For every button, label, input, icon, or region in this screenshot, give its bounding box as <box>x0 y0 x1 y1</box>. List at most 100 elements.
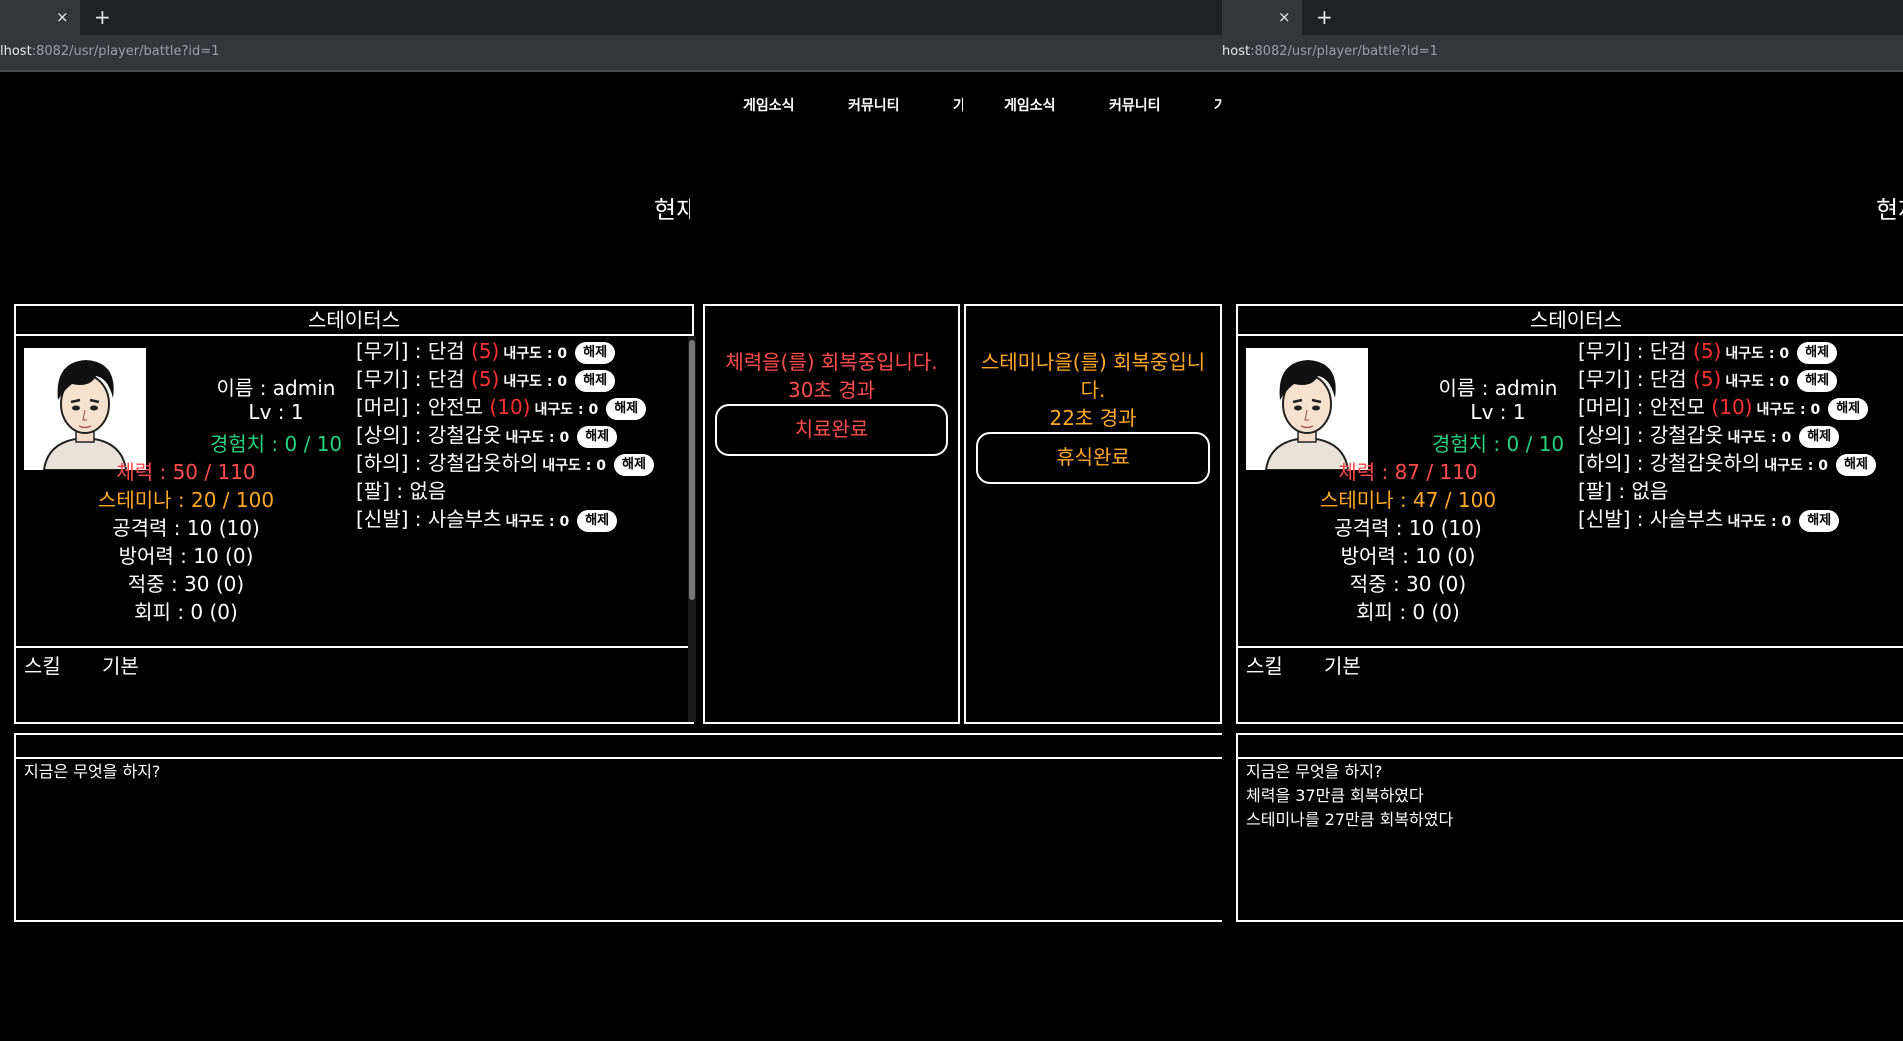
skill-basic[interactable]: 기본 <box>1324 650 1361 679</box>
equip-row: [팔] : 없음 <box>356 478 446 504</box>
hp-recovery-message: 체력을(를) 회복중입니다. <box>725 350 938 374</box>
skill-area: 스킬 기본 <box>16 646 692 726</box>
tab-bar: × + <box>1222 0 1903 35</box>
equip-slot: [팔] : 없음 <box>1578 479 1669 503</box>
tab-bar: × + <box>0 0 1222 35</box>
nav-item-community[interactable]: 커뮤니티 <box>848 95 900 115</box>
equip-row: [하의] : 강철갑옷하의 내구도 : 0 해제 <box>356 450 654 476</box>
url-path: :8082/usr/player/battle?id=1 <box>31 44 220 59</box>
new-tab-icon[interactable]: + <box>1316 5 1333 29</box>
equip-slot: [무기] : 단검 <box>1578 339 1687 363</box>
unequip-button[interactable]: 해제 <box>606 397 647 420</box>
player-hp: 체력 : 87 / 110 <box>1338 460 1478 484</box>
unequip-button[interactable]: 해제 <box>1836 453 1876 476</box>
status-scrollbar[interactable] <box>688 336 696 722</box>
equip-slot: [팔] : 없음 <box>356 479 447 503</box>
player-evasion: 회피 : 0 (0) <box>1356 600 1460 624</box>
equip-row: [상의] : 강철갑옷 내구도 : 0 해제 <box>356 422 618 448</box>
equip-slot: [하의] : 강철갑옷하의 <box>1578 451 1761 475</box>
address-bar[interactable]: host:8082/usr/player/battle?id=1 <box>1222 35 1903 72</box>
log-header-border <box>1236 757 1903 759</box>
unequip-button[interactable]: 해제 <box>577 509 618 532</box>
close-tab-icon[interactable]: × <box>56 8 69 26</box>
equip-level: (5) <box>471 339 500 363</box>
equip-level: (10) <box>1711 395 1753 419</box>
url-text[interactable]: lhost:8082/usr/player/battle?id=1 <box>0 44 219 59</box>
url-host: host <box>1222 44 1251 59</box>
log-left-border <box>1236 733 1238 922</box>
unequip-button[interactable]: 해제 <box>1799 425 1840 448</box>
active-tab[interactable]: × <box>0 0 80 35</box>
new-tab-icon[interactable]: + <box>94 5 111 29</box>
skill-basic[interactable]: 기본 <box>102 650 139 679</box>
equip-durability: 내구도 : 0 <box>542 458 606 474</box>
skill-label: 스킬 <box>24 654 61 678</box>
equip-durability: 내구도 : 0 <box>1727 430 1792 446</box>
unequip-button[interactable]: 해제 <box>1797 369 1838 392</box>
equip-durability: 내구도 : 0 <box>1756 402 1821 418</box>
unequip-button[interactable]: 해제 <box>577 425 618 448</box>
player-level: Lv : 1 <box>1470 400 1526 424</box>
stamina-recovery-elapsed: 22초 경과 <box>1049 406 1137 430</box>
nav-item-community[interactable]: 커뮤니티 <box>1109 95 1161 115</box>
status-panel: 스테이터스 이름 : admin Lv : 1 경험치 : 0 / 10 체력 … <box>1236 304 1903 724</box>
close-tab-icon[interactable]: × <box>1278 8 1291 26</box>
status-panel: 스테이터스 이름 : admin Lv : 1 경험치 : 0 / 10 체력 … <box>14 304 696 726</box>
url-text[interactable]: host:8082/usr/player/battle?id=1 <box>1222 44 1438 59</box>
unequip-button[interactable]: 해제 <box>1797 341 1838 364</box>
equip-slot: [하의] : 강철갑옷하의 <box>356 451 539 475</box>
unequip-button[interactable]: 해제 <box>575 369 616 392</box>
equip-durability: 내구도 : 0 <box>503 346 568 362</box>
equip-level: (5) <box>1693 339 1722 363</box>
nav-item-news[interactable]: 게임소식 <box>1004 95 1056 115</box>
address-bar[interactable]: lhost:8082/usr/player/battle?id=1 <box>0 35 1222 72</box>
player-level: Lv : 1 <box>248 400 304 424</box>
url-path: :8082/usr/player/battle?id=1 <box>1250 44 1438 59</box>
player-defense: 방어력 : 10 (0) <box>118 544 254 568</box>
left-browser-pane: × + lhost:8082/usr/player/battle?id=1 게임… <box>0 0 1222 1041</box>
unequip-button[interactable]: 해제 <box>614 453 654 476</box>
equip-slot: [무기] : 단검 <box>356 339 465 363</box>
equip-durability: 내구도 : 0 <box>534 402 599 418</box>
avatar <box>24 348 146 470</box>
nav-item-news[interactable]: 게임소식 <box>743 95 795 115</box>
player-name: 이름 : admin <box>216 376 336 400</box>
player-evasion: 회피 : 0 (0) <box>134 600 238 624</box>
equip-slot: [무기] : 단검 <box>1578 367 1687 391</box>
unequip-button[interactable]: 해제 <box>1799 509 1840 532</box>
nav-item-third[interactable]: 가 <box>953 95 963 115</box>
log-bottom-border <box>1236 920 1903 922</box>
hp-recovery-elapsed: 30초 경과 <box>787 378 875 402</box>
unequip-button[interactable]: 해제 <box>1828 397 1869 420</box>
equip-durability: 내구도 : 0 <box>1725 374 1790 390</box>
rest-complete-button[interactable]: 휴식완료 <box>976 432 1210 484</box>
avatar <box>1246 348 1368 470</box>
stamina-recovery-message: 스테미나을(를) 회복중입니 <box>980 350 1206 374</box>
player-stamina: 스테미나 : 47 / 100 <box>1319 488 1497 512</box>
equip-row: [머리] : 안전모 (10) 내구도 : 0 해제 <box>356 394 647 420</box>
player-stamina: 스테미나 : 20 / 100 <box>97 488 275 512</box>
equip-slot: [신발] : 사슬부츠 <box>356 507 502 531</box>
equip-slot: [상의] : 강철갑옷 <box>1578 423 1724 447</box>
heal-complete-button[interactable]: 치료완료 <box>715 404 948 456</box>
log-bottom-border <box>14 920 1222 922</box>
equip-durability: 내구도 : 0 <box>505 514 570 530</box>
equip-slot: [무기] : 단검 <box>356 367 465 391</box>
unequip-button[interactable]: 해제 <box>575 341 616 364</box>
scrollbar-thumb[interactable] <box>689 340 695 600</box>
player-name: 이름 : admin <box>1438 376 1558 400</box>
player-attack: 공격력 : 10 (10) <box>1334 516 1482 540</box>
equip-row: [하의] : 강철갑옷하의 내구도 : 0 해제 <box>1578 450 1876 476</box>
player-exp: 경험치 : 0 / 10 <box>1431 432 1565 456</box>
log-line: 스테미나를 27만큼 회복하였다 <box>1246 810 1454 829</box>
nav-item-third[interactable]: 가 <box>1214 95 1222 115</box>
active-tab[interactable]: × <box>1222 0 1302 35</box>
equip-durability: 내구도 : 0 <box>505 430 570 446</box>
equip-durability: 내구도 : 0 <box>1727 514 1792 530</box>
equip-slot: [머리] : 안전모 <box>356 395 484 419</box>
log-line: 지금은 무엇을 하지? <box>24 762 161 781</box>
log-header-border <box>14 757 1222 759</box>
equip-level: (10) <box>489 395 531 419</box>
player-accuracy: 적중 : 30 (0) <box>127 572 245 596</box>
equip-row: [팔] : 없음 <box>1578 478 1668 504</box>
